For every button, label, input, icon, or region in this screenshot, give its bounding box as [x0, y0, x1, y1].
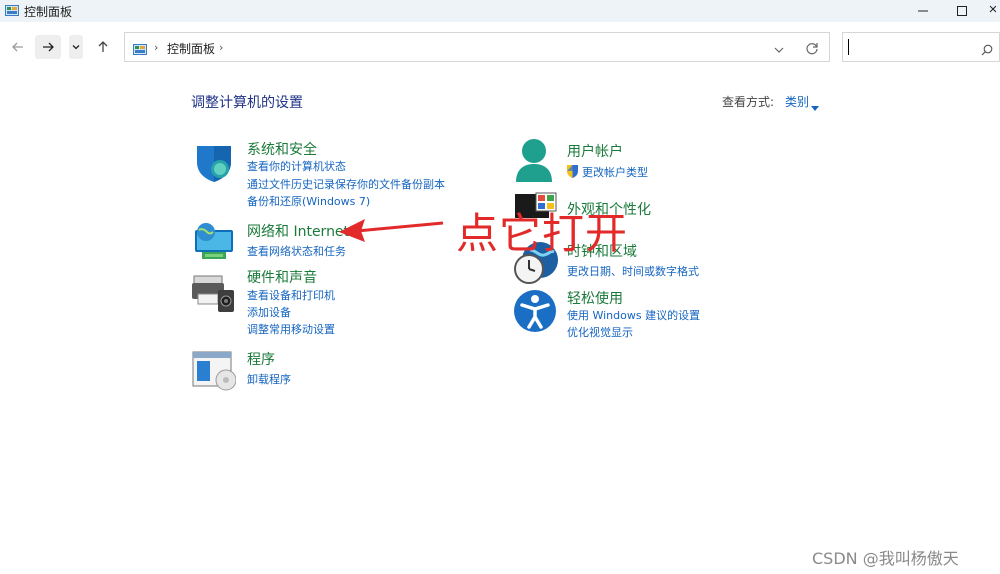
arrow-up-icon [98, 41, 108, 52]
category-programs[interactable]: 程序 [247, 349, 275, 369]
breadcrumb-separator[interactable]: › [219, 41, 223, 54]
arrow-right-icon [43, 42, 54, 52]
control-panel-icon [133, 41, 147, 60]
link-view-computer-status[interactable]: 查看你的计算机状态 [247, 158, 346, 174]
link-recommended-settings[interactable]: 使用 Windows 建议的设置 [567, 307, 700, 323]
link-uninstall-program[interactable]: 卸载程序 [247, 371, 291, 387]
breadcrumb-control-panel[interactable]: 控制面板 [167, 40, 215, 57]
navigation-bar: › 控制面板 › [0, 22, 1000, 70]
network-globe-icon[interactable] [193, 220, 235, 266]
shield-icon[interactable] [193, 142, 235, 188]
refresh-button[interactable] [805, 40, 819, 59]
address-bar[interactable]: › 控制面板 › [124, 32, 830, 62]
arrow-left-icon [12, 42, 23, 52]
category-hardware-sound[interactable]: 硬件和声音 [247, 267, 317, 287]
category-network-internet[interactable]: 网络和 Internet [247, 221, 349, 241]
watermark: CSDN @我叫杨傲天 [812, 549, 959, 568]
recent-locations-button[interactable] [69, 35, 83, 59]
link-devices-printers[interactable]: 查看设备和打印机 [247, 287, 335, 303]
annotation-arrow-icon [339, 219, 444, 242]
forward-button[interactable] [35, 35, 61, 59]
annotation-text: 点它打开 [456, 209, 629, 258]
category-user-accounts[interactable]: 用户帐户 [567, 141, 623, 161]
printer-speaker-icon[interactable] [192, 272, 236, 318]
user-account-icon[interactable] [514, 138, 554, 186]
title-bar: 控制面板 [0, 0, 1000, 22]
search-input[interactable] [842, 32, 1000, 62]
page-title: 调整计算机的设置 [191, 95, 303, 111]
link-change-account-type[interactable]: 更改帐户类型 [582, 164, 648, 180]
control-panel-icon [5, 3, 19, 22]
link-file-history[interactable]: 通过文件历史记录保存你的文件备份副本 [247, 176, 445, 192]
window-title: 控制面板 [24, 5, 73, 19]
category-system-security[interactable]: 系统和安全 [247, 139, 317, 159]
view-by-arrow-icon[interactable] [811, 97, 819, 116]
link-optimize-visual-display[interactable]: 优化视觉显示 [567, 324, 633, 340]
accessibility-icon[interactable] [513, 289, 557, 337]
link-mobility-settings[interactable]: 调整常用移动设置 [247, 321, 335, 337]
chevron-down-icon [774, 47, 784, 53]
back-button[interactable] [5, 35, 31, 59]
address-history-dropdown[interactable] [773, 41, 785, 60]
minimize-button[interactable] [903, 0, 943, 22]
chevron-down-icon [72, 45, 80, 50]
category-ease-of-access[interactable]: 轻松使用 [567, 288, 623, 308]
view-by-label: 查看方式: [722, 95, 775, 109]
link-add-device[interactable]: 添加设备 [247, 304, 291, 320]
refresh-icon [806, 43, 818, 55]
uac-shield-icon [566, 163, 579, 182]
search-icon[interactable] [981, 41, 993, 60]
close-button[interactable] [980, 0, 1000, 22]
up-button[interactable] [90, 35, 116, 59]
text-caret [848, 39, 849, 55]
link-backup-restore[interactable]: 备份和还原(Windows 7) [247, 193, 370, 209]
programs-icon[interactable] [192, 350, 237, 396]
view-by-dropdown[interactable]: 类别 [785, 93, 809, 110]
maximize-button[interactable] [942, 0, 982, 22]
breadcrumb-separator[interactable]: › [154, 41, 158, 54]
link-change-date-time-format[interactable]: 更改日期、时间或数字格式 [567, 263, 699, 279]
link-view-network-status[interactable]: 查看网络状态和任务 [247, 243, 346, 259]
